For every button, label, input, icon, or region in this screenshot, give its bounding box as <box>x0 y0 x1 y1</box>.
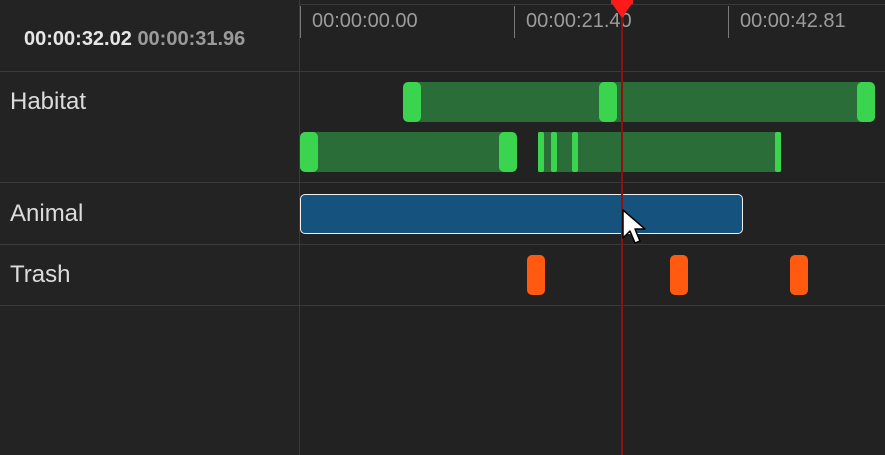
habitat-keyframe-marker[interactable] <box>551 132 557 172</box>
habitat-keyframe-marker[interactable] <box>775 132 781 172</box>
animal-clip[interactable] <box>300 194 743 234</box>
ruler-tick-label: 00:00:42.81 <box>740 10 846 32</box>
habitat-keyframe-marker[interactable] <box>538 132 544 172</box>
time-ruler[interactable]: 00:00:00.00 00:00:21.40 00:00:42.81 <box>300 0 885 71</box>
track-label-trash: Trash <box>10 261 71 288</box>
ruler-tick <box>728 6 729 38</box>
track-label-animal: Animal <box>10 200 84 227</box>
row-divider <box>0 305 885 306</box>
ruler-tick-label: 00:00:00.00 <box>312 10 418 32</box>
habitat-keyframe-handle[interactable] <box>499 132 517 172</box>
habitat-clip[interactable] <box>404 82 874 122</box>
row-divider <box>0 71 885 72</box>
timecode-display: 00:00:32.02 00:00:31.96 <box>24 28 245 51</box>
row-divider <box>0 244 885 245</box>
habitat-clip[interactable] <box>301 132 516 172</box>
ruler-tick <box>300 6 301 38</box>
habitat-keyframe-handle[interactable] <box>403 82 421 122</box>
habitat-keyframe-handle[interactable] <box>300 132 318 172</box>
current-timecode: 00:00:32.02 <box>24 28 132 50</box>
trash-marker[interactable] <box>670 255 688 295</box>
secondary-timecode: 00:00:31.96 <box>137 28 246 50</box>
playhead-marker-icon[interactable] <box>611 2 633 18</box>
ruler-tick <box>514 6 515 38</box>
track-header-panel: 00:00:32.02 00:00:31.96 Habitat Animal T… <box>0 0 300 455</box>
row-divider <box>0 182 885 183</box>
habitat-keyframe-handle[interactable] <box>857 82 875 122</box>
habitat-keyframe-handle[interactable] <box>599 82 617 122</box>
mouse-pointer-icon <box>622 209 646 244</box>
habitat-keyframe-marker[interactable] <box>572 132 578 172</box>
trash-marker[interactable] <box>790 255 808 295</box>
track-label-habitat: Habitat <box>10 88 87 115</box>
trash-marker[interactable] <box>527 255 545 295</box>
